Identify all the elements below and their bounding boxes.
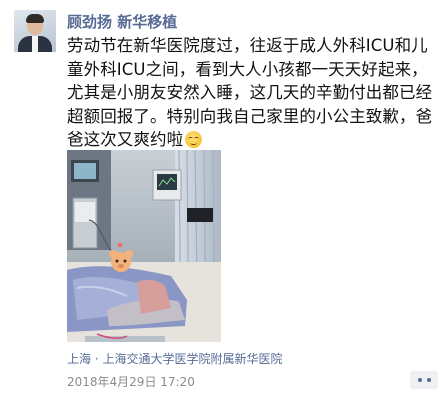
author-name[interactable]: 顾劲扬 新华移植 <box>67 11 177 32</box>
location-link[interactable]: 上海 · 上海交通大学医学院附属新华医院 <box>67 350 282 367</box>
more-options-icon[interactable] <box>410 371 438 389</box>
avatar[interactable] <box>14 10 56 52</box>
post-text: 劳动节在新华医院度过，往返于成人外科ICU和儿童外科ICU之间，看到大人小孩都一… <box>67 36 433 149</box>
avatar-shirt <box>32 36 38 52</box>
more-dot <box>426 378 431 382</box>
more-dot <box>417 378 422 382</box>
smiling-face-icon <box>185 131 203 148</box>
avatar-hair <box>26 14 44 23</box>
hospital-photo[interactable] <box>67 150 221 342</box>
post-timestamp: 2018年4月29日 17:20 <box>67 375 195 389</box>
post-text-block: 劳动节在新华医院度过，往返于成人外科ICU和儿童外科ICU之间，看到大人小孩都一… <box>67 34 443 152</box>
